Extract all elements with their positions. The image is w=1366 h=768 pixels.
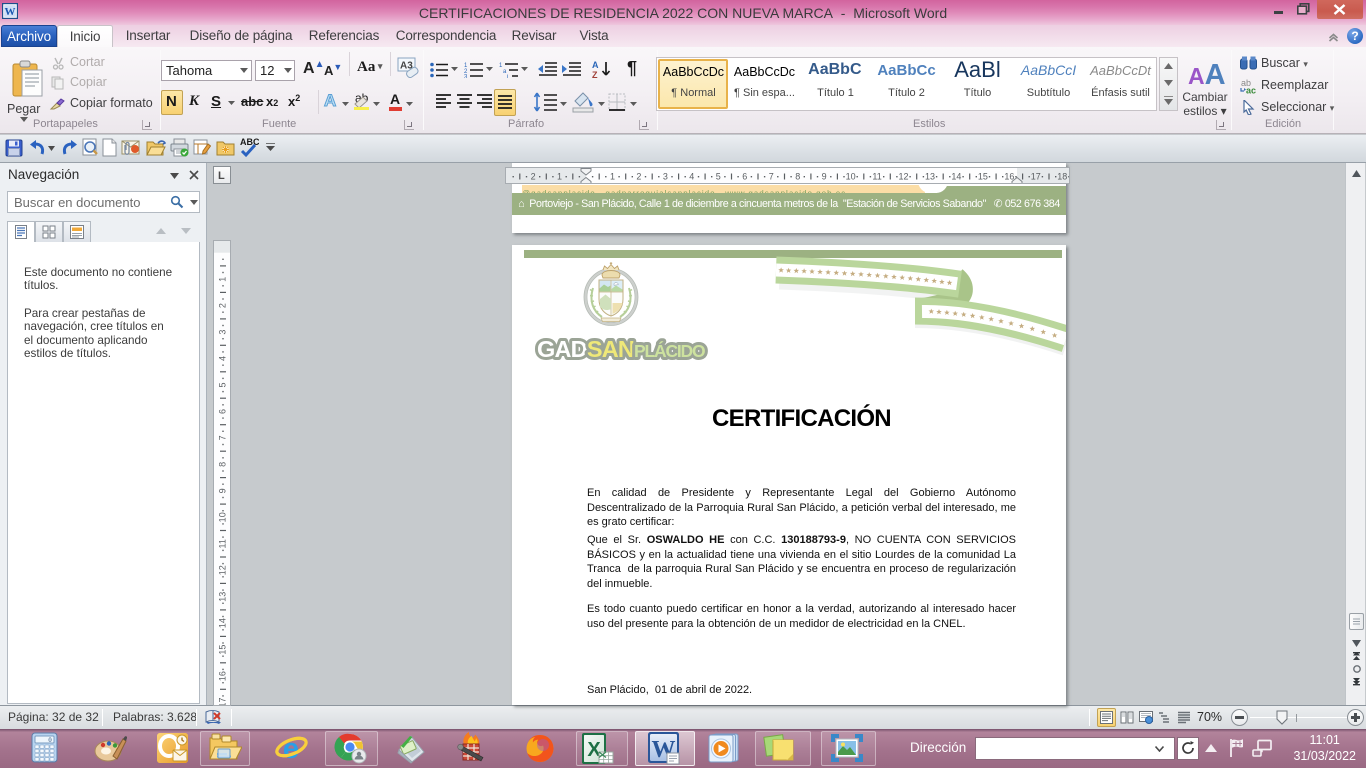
svg-text:8: 8 bbox=[217, 462, 227, 467]
svg-text:16: 16 bbox=[1004, 172, 1014, 182]
svg-text:3: 3 bbox=[464, 75, 468, 79]
svg-text:12: 12 bbox=[898, 172, 908, 182]
svg-text:4: 4 bbox=[217, 356, 227, 361]
svg-text:2: 2 bbox=[636, 172, 641, 182]
svg-text:11: 11 bbox=[872, 172, 881, 182]
svg-text:8: 8 bbox=[795, 172, 800, 182]
svg-text:1: 1 bbox=[610, 172, 615, 182]
svg-text:1: 1 bbox=[557, 172, 562, 182]
svg-text:15: 15 bbox=[217, 645, 227, 655]
svg-text:2: 2 bbox=[531, 172, 536, 182]
svg-text:9: 9 bbox=[217, 488, 227, 493]
svg-text:10: 10 bbox=[217, 512, 227, 522]
svg-text:1: 1 bbox=[217, 277, 227, 282]
svg-text:3: 3 bbox=[663, 172, 668, 182]
svg-text:6: 6 bbox=[217, 409, 227, 414]
svg-text:ac: ac bbox=[1246, 86, 1256, 95]
svg-text:7: 7 bbox=[217, 435, 227, 440]
svg-text:9: 9 bbox=[822, 172, 827, 182]
svg-text:13: 13 bbox=[925, 172, 935, 182]
svg-text:13: 13 bbox=[217, 592, 227, 602]
svg-text:W: W bbox=[5, 6, 16, 18]
svg-text:10: 10 bbox=[846, 172, 856, 182]
svg-text:17: 17 bbox=[1031, 172, 1041, 182]
svg-text:A: A bbox=[592, 60, 599, 70]
svg-text:3: 3 bbox=[217, 330, 227, 335]
svg-text:7: 7 bbox=[769, 172, 774, 182]
svg-text:5: 5 bbox=[217, 382, 227, 387]
svg-text:2: 2 bbox=[217, 303, 227, 308]
svg-text:6: 6 bbox=[742, 172, 747, 182]
svg-text:i: i bbox=[507, 75, 508, 79]
svg-text:16: 16 bbox=[217, 671, 227, 681]
svg-text:15: 15 bbox=[978, 172, 988, 182]
svg-text:5: 5 bbox=[716, 172, 721, 182]
svg-text:17: 17 bbox=[217, 697, 227, 706]
svg-text:14: 14 bbox=[951, 172, 961, 182]
svg-text:4: 4 bbox=[689, 172, 694, 182]
svg-text:14: 14 bbox=[217, 618, 227, 628]
svg-text:12: 12 bbox=[217, 565, 227, 575]
svg-text:GADSANPLÁCIDO: GADSANPLÁCIDO bbox=[537, 336, 705, 362]
svg-text:0: 0 bbox=[48, 737, 52, 744]
svg-text:ABC: ABC bbox=[240, 137, 259, 147]
svg-text:11: 11 bbox=[217, 539, 227, 548]
svg-text:Z: Z bbox=[592, 70, 598, 79]
svg-text:18: 18 bbox=[1057, 172, 1067, 182]
